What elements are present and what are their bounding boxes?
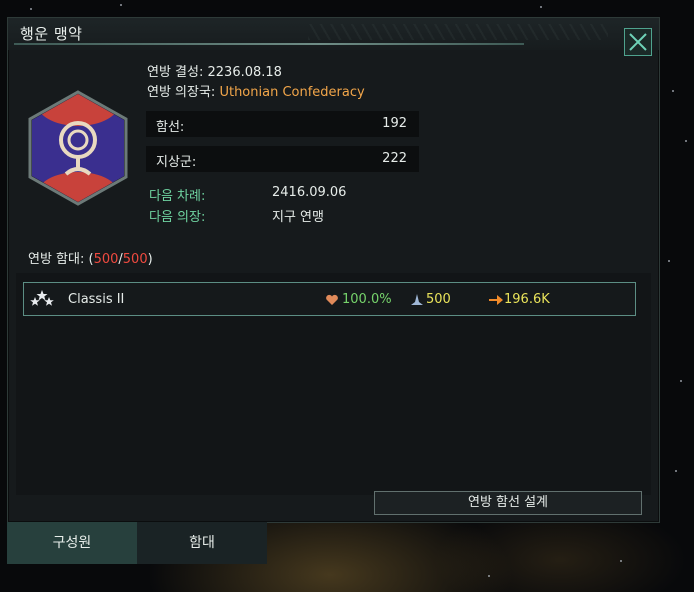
tab-members[interactable]: 구성원 [7,522,137,564]
design-federation-ship-button[interactable]: 연방 함선 설계 [374,491,642,515]
next-turn-value: 2416.09.06 [272,185,347,200]
federation-emblem-icon [28,90,128,206]
president-value[interactable]: Uthonian Confederacy [219,85,364,100]
founded-value: 2236.08.18 [207,65,282,80]
president-line: 연방 의장국: Uthonian Confederacy [147,81,365,100]
tab-bar: 구성원 함대 [7,522,658,564]
fleet-power: 196.6K [504,292,550,307]
fleet-heading-prefix: 연방 함대: ( [28,252,94,267]
tab-fleet[interactable]: 함대 [137,522,267,564]
next-president-value: 지구 연맹 [272,210,324,225]
fleet-row[interactable]: Classis II 100.0% 500 196.6K [23,282,636,316]
fleet-current: 500 [93,252,119,267]
next-president-label: 다음 의장: [149,210,206,225]
title-decoration [308,24,608,40]
fleet-power-icon [489,295,503,305]
title-underline [14,43,524,45]
ships-label: 함선: [156,120,185,135]
founded-label: 연방 결성: [147,65,204,80]
window-title: 행운 맹약 [20,25,83,43]
ships-value: 192 [382,116,407,131]
armies-value: 222 [382,151,407,166]
ships-stat-row: 함선: 192 [146,111,419,137]
armies-stat-row: 지상군: 222 [146,146,419,172]
fleet-ship-count: 500 [426,292,451,307]
admiral-stars-icon [30,290,54,306]
armies-label: 지상군: [156,155,197,170]
ship-icon [411,294,423,305]
fleet-heading-suffix: ) [147,252,153,267]
fleet-heading: 연방 함대: (500/500) [28,248,153,267]
heart-icon [326,294,338,305]
founded-line: 연방 결성: 2236.08.18 [147,61,282,80]
fleet-health: 100.0% [342,292,392,307]
fleet-name: Classis II [68,292,125,307]
federation-window: 행운 맹약 연방 결성: 2236.08.18 연방 의장국: Uthonian… [7,17,660,523]
close-button[interactable] [624,28,652,56]
next-turn-label: 다음 차례: [149,189,206,204]
fleet-max: 500 [122,252,148,267]
title-bar: 행운 맹약 [8,18,659,50]
close-icon [629,33,647,51]
president-label: 연방 의장국: [147,85,216,100]
